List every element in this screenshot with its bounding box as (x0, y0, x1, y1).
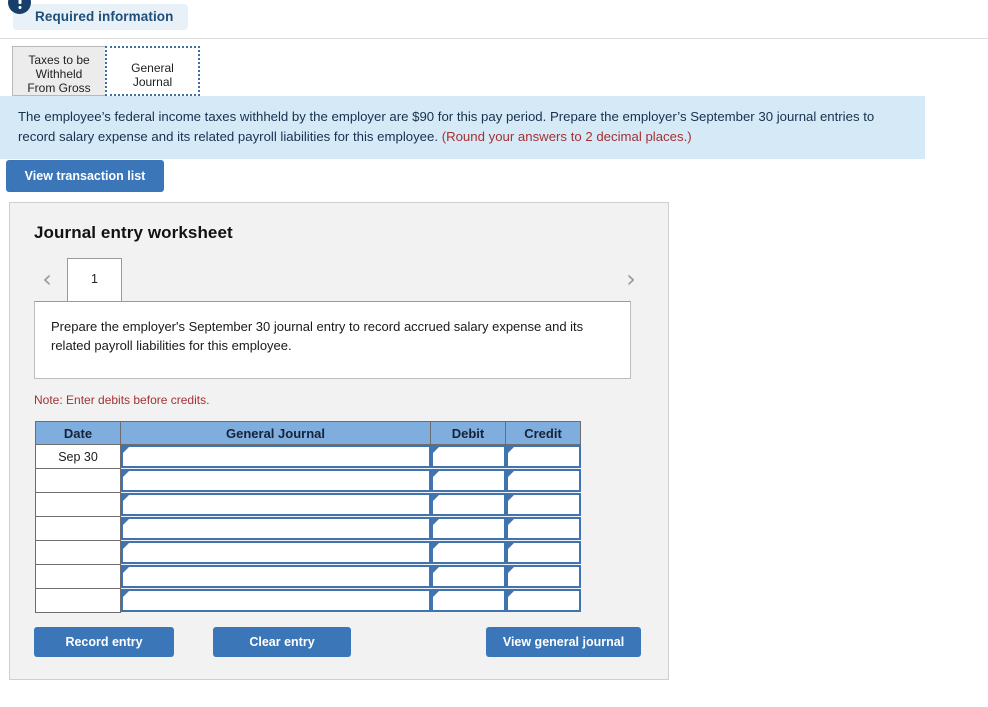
general-journal-input[interactable] (121, 469, 431, 492)
general-journal-input[interactable] (121, 445, 431, 469)
general-journal-input[interactable] (121, 493, 431, 516)
general-journal-cell (121, 565, 431, 589)
journal-entry-table: Date General Journal Debit Credit Sep 30 (35, 421, 581, 613)
table-row (35, 492, 581, 517)
instruction-banner: The employee’s federal income taxes with… (0, 96, 925, 159)
credit-input[interactable] (505, 517, 581, 540)
general-journal-cell (121, 493, 431, 517)
credit-input[interactable] (505, 565, 581, 588)
credit-cell (505, 469, 581, 493)
general-journal-input[interactable] (121, 517, 431, 540)
date-cell (35, 516, 121, 541)
chevron-right-icon[interactable]: › (620, 266, 642, 292)
debit-cell (430, 589, 506, 613)
credit-input[interactable] (505, 589, 581, 612)
general-journal-cell (121, 589, 431, 613)
credit-input[interactable] (505, 445, 581, 469)
table-header-row: Date General Journal Debit Credit (35, 421, 581, 445)
record-entry-button[interactable]: Record entry (34, 627, 174, 657)
rounding-note: (Round your answers to 2 decimal places.… (441, 129, 692, 144)
debit-input[interactable] (430, 469, 506, 492)
required-information-bar: Required information (0, 0, 988, 38)
tab-general-journal[interactable]: General Journal (105, 46, 200, 96)
column-header-debit: Debit (430, 421, 506, 445)
worksheet-prompt: Prepare the employer's September 30 jour… (34, 301, 631, 379)
debits-before-credits-note: Note: Enter debits before credits. (34, 393, 210, 407)
credit-cell (505, 589, 581, 613)
credit-input[interactable] (505, 469, 581, 492)
journal-entry-worksheet-panel: Journal entry worksheet ‹ 1 › Prepare th… (9, 202, 669, 680)
general-journal-input[interactable] (121, 565, 431, 588)
journal-entry-table-body: Sep 30 (35, 444, 581, 613)
tab-strip: Taxes to be Withheld From Gross PayGener… (12, 46, 200, 109)
date-cell (35, 564, 121, 589)
column-header-date: Date (35, 421, 121, 445)
debit-input[interactable] (430, 541, 506, 564)
debit-cell (430, 445, 506, 469)
debit-cell (430, 469, 506, 493)
view-general-journal-button[interactable]: View general journal (486, 627, 641, 657)
credit-input[interactable] (505, 493, 581, 516)
general-journal-cell (121, 541, 431, 565)
page-title: Journal entry worksheet (34, 223, 233, 242)
credit-cell (505, 541, 581, 565)
debit-cell (430, 517, 506, 541)
debit-input[interactable] (430, 565, 506, 588)
required-information-label: Required information (35, 9, 174, 24)
view-transaction-list-button[interactable]: View transaction list (6, 160, 164, 192)
worksheet-page-tab-1[interactable]: 1 (67, 258, 122, 301)
table-row: Sep 30 (35, 444, 581, 469)
debit-cell (430, 565, 506, 589)
table-row (35, 468, 581, 493)
date-cell (35, 468, 121, 493)
general-journal-input[interactable] (121, 589, 431, 612)
column-header-general-journal: General Journal (120, 421, 431, 445)
debit-input[interactable] (430, 445, 506, 469)
clear-entry-button[interactable]: Clear entry (213, 627, 351, 657)
table-row (35, 540, 581, 565)
date-cell: Sep 30 (35, 444, 121, 469)
date-cell (35, 492, 121, 517)
worksheet-pager: ‹ 1 › (10, 258, 670, 302)
credit-cell (505, 493, 581, 517)
exclamation-stroke (18, 0, 21, 4)
credit-input[interactable] (505, 541, 581, 564)
table-row (35, 564, 581, 589)
general-journal-cell (121, 469, 431, 493)
exclamation-dot (18, 6, 21, 9)
credit-cell (505, 517, 581, 541)
table-row (35, 588, 581, 613)
debit-input[interactable] (430, 517, 506, 540)
credit-cell (505, 565, 581, 589)
general-journal-cell (121, 517, 431, 541)
general-journal-input[interactable] (121, 541, 431, 564)
column-header-credit: Credit (505, 421, 581, 445)
debit-input[interactable] (430, 493, 506, 516)
date-cell (35, 588, 121, 613)
debit-input[interactable] (430, 589, 506, 612)
tab-taxes-withheld[interactable]: Taxes to be Withheld From Gross Pay (12, 46, 106, 109)
chevron-left-icon[interactable]: ‹ (36, 266, 58, 292)
general-journal-cell (121, 445, 431, 469)
required-information-pill: Required information (13, 4, 188, 30)
debit-cell (430, 493, 506, 517)
date-cell (35, 540, 121, 565)
debit-cell (430, 541, 506, 565)
table-row (35, 516, 581, 541)
header-divider (0, 38, 988, 39)
credit-cell (505, 445, 581, 469)
